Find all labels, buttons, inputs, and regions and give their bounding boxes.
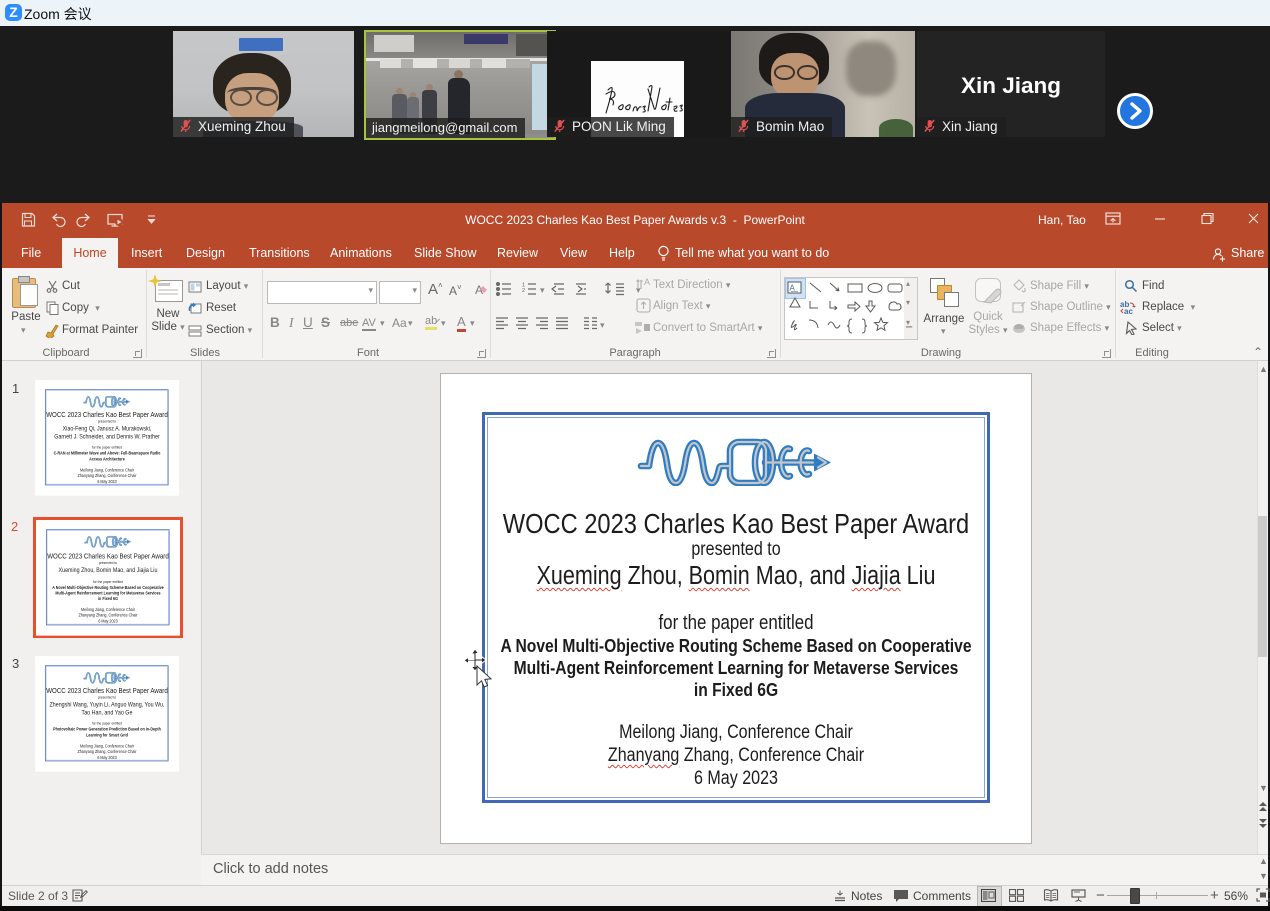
svg-text:ac: ac — [1124, 307, 1133, 314]
svg-text:▾: ▾ — [540, 285, 545, 295]
svg-text:A: A — [644, 277, 650, 287]
svg-text:2: 2 — [522, 288, 525, 294]
svg-text:▾: ▾ — [600, 320, 605, 330]
svg-text:A: A — [790, 284, 796, 293]
